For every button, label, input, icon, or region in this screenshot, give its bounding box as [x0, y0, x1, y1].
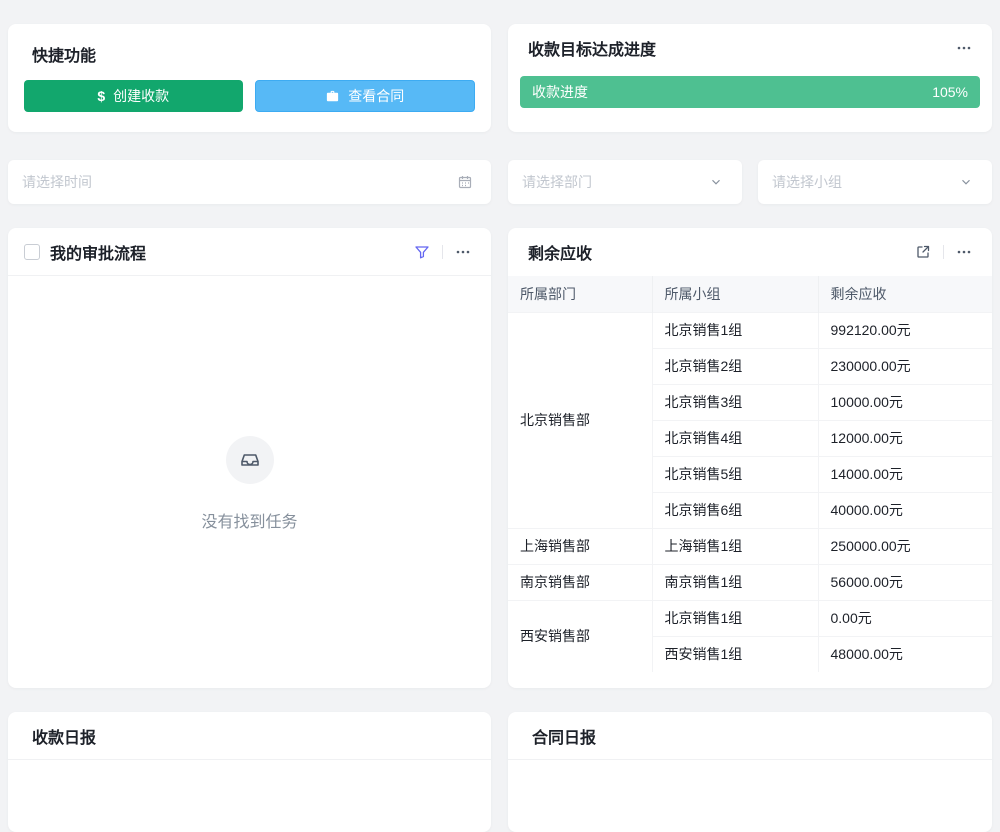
- table-row: 上海销售部 上海销售1组 250000.00元: [508, 528, 992, 564]
- group-select[interactable]: 请选择小组: [758, 160, 992, 204]
- progress-bar-value: 105%: [932, 84, 968, 100]
- empty-inbox-icon: [226, 436, 274, 484]
- chevron-down-icon: [704, 170, 728, 194]
- dept-cell: 南京销售部: [508, 564, 652, 600]
- more-icon[interactable]: [451, 240, 475, 264]
- table-row: 西安销售部 北京销售1组 0.00元: [508, 600, 992, 636]
- amount-cell: 48000.00元: [818, 636, 992, 672]
- payment-daily-report-card: 收款日报: [8, 712, 491, 832]
- group-cell: 西安销售1组: [652, 636, 818, 672]
- chevron-down-icon: [954, 170, 978, 194]
- amount-cell: 12000.00元: [818, 420, 992, 456]
- quick-actions-card: 快捷功能 $ 创建收款 查看合同: [8, 24, 491, 132]
- contract-daily-report-card: 合同日报: [508, 712, 992, 832]
- col-header-group: 所属小组: [652, 276, 818, 312]
- time-picker-input[interactable]: 请选择时间: [8, 160, 491, 204]
- dept-cell: 北京销售部: [508, 312, 652, 528]
- view-contract-label: 查看合同: [348, 86, 404, 106]
- group-cell: 北京销售1组: [652, 312, 818, 348]
- progress-bar-label: 收款进度: [532, 82, 588, 102]
- amount-cell: 10000.00元: [818, 384, 992, 420]
- header-divider: [442, 245, 443, 259]
- external-link-icon[interactable]: [911, 240, 935, 264]
- approval-card-title: 我的审批流程: [50, 240, 146, 264]
- select-all-checkbox[interactable]: [24, 244, 40, 260]
- dept-cell: 上海销售部: [508, 528, 652, 564]
- calendar-icon[interactable]: [453, 170, 477, 194]
- dept-cell: 西安销售部: [508, 600, 652, 672]
- group-cell: 北京销售2组: [652, 348, 818, 384]
- table-row: 北京销售部 北京销售1组 992120.00元: [508, 312, 992, 348]
- group-cell: 北京销售3组: [652, 384, 818, 420]
- empty-state-text: 没有找到任务: [201, 508, 297, 532]
- amount-cell: 992120.00元: [818, 312, 992, 348]
- filter-icon[interactable]: [410, 240, 434, 264]
- group-select-placeholder: 请选择小组: [772, 172, 842, 192]
- group-cell: 南京销售1组: [652, 564, 818, 600]
- create-payment-label: 创建收款: [113, 86, 169, 106]
- quick-actions-title: 快捷功能: [8, 24, 491, 66]
- group-cell: 北京销售1组: [652, 600, 818, 636]
- payment-target-progress-card: 收款目标达成进度 收款进度 105%: [508, 24, 992, 132]
- col-header-amount: 剩余应收: [818, 276, 992, 312]
- approval-flow-card: 我的审批流程 没有找到任务: [8, 228, 491, 688]
- briefcase-icon: [325, 89, 340, 104]
- group-cell: 北京销售4组: [652, 420, 818, 456]
- department-select-placeholder: 请选择部门: [522, 172, 592, 192]
- receivable-card-title: 剩余应收: [528, 240, 592, 264]
- more-icon[interactable]: [952, 36, 976, 60]
- amount-cell: 14000.00元: [818, 456, 992, 492]
- create-payment-button[interactable]: $ 创建收款: [24, 80, 243, 112]
- group-cell: 北京销售6组: [652, 492, 818, 528]
- amount-cell: 40000.00元: [818, 492, 992, 528]
- view-contract-button[interactable]: 查看合同: [255, 80, 476, 112]
- more-icon[interactable]: [952, 240, 976, 264]
- empty-state: 没有找到任务: [8, 276, 491, 532]
- group-cell: 北京销售5组: [652, 456, 818, 492]
- department-select[interactable]: 请选择部门: [508, 160, 742, 204]
- contract-daily-title: 合同日报: [532, 724, 596, 748]
- col-header-dept: 所属部门: [508, 276, 652, 312]
- table-header-row: 所属部门 所属小组 剩余应收: [508, 276, 992, 312]
- remaining-receivable-card: 剩余应收 所属部门 所属小组 剩余应收 北京销售部 北京销售1组 992120.…: [508, 228, 992, 688]
- amount-cell: 56000.00元: [818, 564, 992, 600]
- header-divider: [943, 245, 944, 259]
- amount-cell: 0.00元: [818, 600, 992, 636]
- amount-cell: 250000.00元: [818, 528, 992, 564]
- amount-cell: 230000.00元: [818, 348, 992, 384]
- payment-progress-bar: 收款进度 105%: [520, 76, 980, 108]
- group-cell: 上海销售1组: [652, 528, 818, 564]
- time-picker-placeholder: 请选择时间: [22, 172, 92, 192]
- dollar-icon: $: [97, 88, 105, 104]
- receivable-table: 所属部门 所属小组 剩余应收 北京销售部 北京销售1组 992120.00元 北…: [508, 276, 992, 672]
- quick-actions-buttons: $ 创建收款 查看合同: [8, 80, 491, 112]
- payment-daily-title: 收款日报: [32, 724, 96, 748]
- table-row: 南京销售部 南京销售1组 56000.00元: [508, 564, 992, 600]
- progress-card-title: 收款目标达成进度: [528, 36, 656, 60]
